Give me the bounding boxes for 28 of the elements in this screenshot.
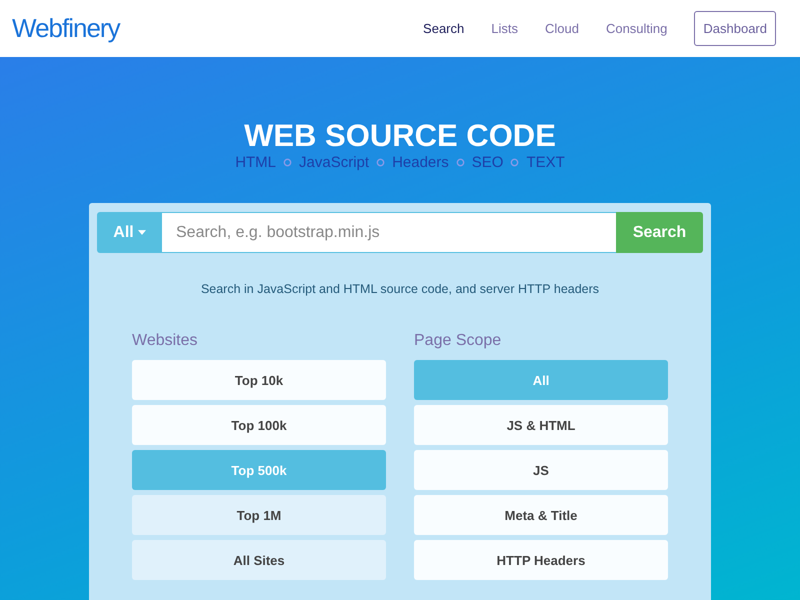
section-heading: Page Scope: [414, 332, 502, 350]
filter-option[interactable]: HTTP Headers: [414, 540, 668, 580]
nav-link[interactable]: Cloud: [544, 21, 579, 36]
circle-separator-icon: [456, 158, 465, 167]
nav-link[interactable]: Consulting: [606, 21, 668, 36]
section-heading: Websites: [132, 332, 199, 350]
topic-link[interactable]: Headers: [392, 154, 449, 171]
topic-link[interactable]: HTML: [235, 154, 276, 171]
hero-title: WEB SOURCE CODE: [244, 119, 556, 153]
circle-separator-icon: [376, 158, 386, 167]
search-field[interactable]: Search, e.g. bootstrap.min.js: [162, 212, 616, 253]
filter-option[interactable]: Top 10k: [132, 360, 386, 400]
circle-separator-icon: [510, 158, 520, 167]
nav-link[interactable]: Search: [423, 21, 464, 36]
filter-option[interactable]: Meta & Title: [414, 495, 668, 535]
nav-link[interactable]: Lists: [491, 21, 518, 36]
caret-icon: [138, 230, 146, 235]
filter-option[interactable]: Top 100k: [132, 405, 386, 445]
circle-separator-icon: [283, 158, 292, 167]
dashboard-button[interactable]: Dashboard: [694, 11, 776, 46]
topic-link[interactable]: JavaScript: [299, 154, 370, 171]
filter-option[interactable]: JS: [414, 450, 668, 490]
filter-option[interactable]: JS & HTML: [414, 405, 668, 445]
topic-link[interactable]: SEO: [472, 154, 504, 171]
search-button[interactable]: Search: [616, 212, 703, 253]
topic-link[interactable]: TEXT: [526, 154, 565, 171]
search-hint: Search in JavaScript and HTML source code, and server HTTP headers: [200, 282, 600, 296]
logo[interactable]: Webfinery: [12, 13, 120, 44]
